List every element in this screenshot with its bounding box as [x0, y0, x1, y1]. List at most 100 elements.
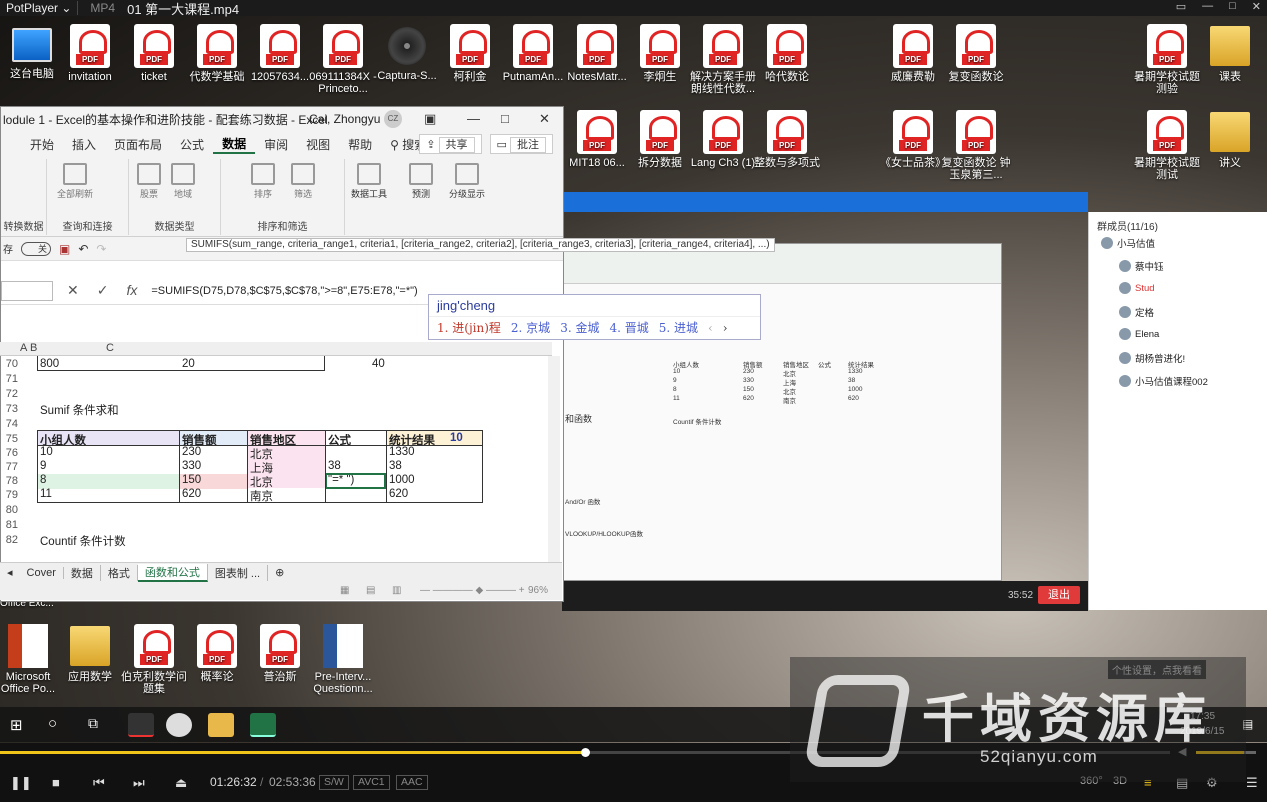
- player-brand-menu[interactable]: PotPlayer ⌄: [0, 1, 77, 15]
- avatar[interactable]: CZ: [384, 110, 402, 128]
- video-codec-badge[interactable]: AVC1: [353, 775, 390, 790]
- col-header-b[interactable]: B: [30, 342, 37, 354]
- desktop-icon[interactable]: PDF ticket: [118, 24, 190, 83]
- desktop-icon[interactable]: PDF MIT18 06...: [561, 110, 633, 169]
- desktop-icon[interactable]: PDF Lang Ch3 (1): [687, 110, 759, 169]
- add-sheet-icon[interactable]: ⊕: [268, 566, 291, 579]
- tab-view[interactable]: 视图: [297, 136, 339, 153]
- refresh-all-button[interactable]: 全部刷新: [57, 163, 93, 200]
- maximize-icon[interactable]: □: [501, 111, 509, 126]
- desktop-icon[interactable]: PDF 整数与多项式: [751, 110, 823, 169]
- next-icon[interactable]: ⏭: [133, 775, 145, 791]
- ribbon-display-icon[interactable]: ▣: [424, 111, 436, 127]
- desktop-icon[interactable]: PDF 《女士品茶》: [877, 110, 949, 169]
- member-item[interactable]: 小马估值课程002: [1119, 374, 1208, 388]
- desktop-icon[interactable]: PDF 复变函数论: [940, 24, 1012, 83]
- meeting-app-icon[interactable]: [166, 713, 192, 737]
- undo-icon[interactable]: ↶: [78, 242, 88, 256]
- tab-review[interactable]: 审阅: [255, 136, 297, 153]
- comment-button[interactable]: ▭ 批注: [489, 134, 553, 154]
- desktop-icon[interactable]: PDF 哈代数论: [751, 24, 823, 83]
- confirm-icon[interactable]: ✓: [97, 282, 109, 299]
- col-header-c[interactable]: C: [106, 342, 114, 354]
- col-header-a[interactable]: A: [20, 342, 27, 354]
- maximize-icon[interactable]: □: [1229, 0, 1236, 13]
- ime-prev-icon[interactable]: ‹: [708, 317, 713, 339]
- forecast-button[interactable]: 预测: [409, 163, 433, 200]
- zoom-slider[interactable]: — ———— ◆ ——— +: [420, 585, 525, 596]
- desktop-icon[interactable]: PDF 概率论: [181, 624, 253, 683]
- desktop-icon[interactable]: PDF 普治斯: [244, 624, 316, 683]
- member-item[interactable]: 胡杨曾进化!: [1119, 351, 1185, 365]
- tab-home[interactable]: 开始: [21, 136, 63, 153]
- member-item[interactable]: Elena: [1119, 328, 1159, 340]
- sheet-tab-charts[interactable]: 图表制 ...: [208, 564, 269, 581]
- ime-next-icon[interactable]: ›: [723, 317, 728, 339]
- minimize-icon[interactable]: —: [467, 111, 480, 126]
- desktop-icon[interactable]: PDF PutnamAn...: [497, 24, 569, 83]
- autosave-toggle[interactable]: 关: [21, 241, 51, 256]
- member-item[interactable]: 定格: [1119, 305, 1154, 319]
- desktop-icon[interactable]: PDF 解决方案手册 朗线性代数...: [687, 24, 759, 95]
- filter-button[interactable]: 筛选: [291, 163, 315, 200]
- ime-candidate[interactable]: 1. 进(jin)程: [437, 317, 501, 339]
- recorder-app-icon[interactable]: [128, 713, 154, 737]
- eject-icon[interactable]: ⏏: [175, 775, 187, 791]
- tab-formulas[interactable]: 公式: [171, 136, 213, 153]
- windows-start-icon[interactable]: ⊞: [10, 716, 23, 734]
- ime-candidate[interactable]: 2. 京城: [511, 317, 550, 339]
- cell[interactable]: 40: [372, 358, 385, 370]
- vertical-scrollbar[interactable]: [548, 356, 560, 562]
- page-break-icon[interactable]: ▥: [392, 585, 401, 596]
- ime-candidate[interactable]: 3. 金城: [560, 317, 599, 339]
- desktop-icon[interactable]: PDF NotesMatr...: [561, 24, 633, 83]
- task-view-icon[interactable]: ⧉: [88, 715, 98, 732]
- cancel-icon[interactable]: ✕: [67, 282, 79, 299]
- page-layout-icon[interactable]: ▤: [366, 585, 375, 596]
- data-tools-button[interactable]: 数据工具: [351, 163, 387, 200]
- desktop-icon[interactable]: PDF 复变函数论 钟玉泉第三...: [940, 110, 1012, 181]
- minimize-icon[interactable]: —: [1202, 0, 1213, 13]
- ime-candidate[interactable]: 4. 晋城: [609, 317, 648, 339]
- desktop-icon[interactable]: 课表: [1194, 24, 1266, 83]
- desktop-icon[interactable]: 应用数学: [54, 624, 126, 683]
- member-item[interactable]: 小马估值: [1101, 236, 1155, 250]
- tab-help[interactable]: 帮助: [339, 136, 381, 153]
- sheet-tab-format[interactable]: 格式: [101, 564, 138, 581]
- desktop-icon[interactable]: PDF 暑期学校试题测试: [1131, 110, 1203, 181]
- desktop-icon[interactable]: PDF 柯利金: [434, 24, 506, 83]
- seek-knob[interactable]: [581, 748, 590, 757]
- geography-button[interactable]: 地域: [171, 163, 195, 200]
- desktop-icon[interactable]: PDF 威廉费勒: [877, 24, 949, 83]
- pause-icon[interactable]: ❚❚: [10, 775, 32, 791]
- redo-icon[interactable]: ↷: [96, 242, 106, 256]
- ime-candidate[interactable]: 5. 进城: [659, 317, 698, 339]
- close-icon[interactable]: ✕: [539, 111, 550, 127]
- member-item[interactable]: 蔡中钰: [1119, 259, 1164, 273]
- menu-icon[interactable]: ☰: [1246, 775, 1258, 791]
- desktop-icon[interactable]: PDF 暑期学校试题测验: [1131, 24, 1203, 95]
- pin-icon[interactable]: ▭: [1176, 0, 1186, 13]
- outline-button[interactable]: 分级显示: [449, 163, 485, 200]
- name-box[interactable]: [1, 280, 53, 301]
- desktop-icon[interactable]: Captura-S...: [371, 24, 443, 82]
- formula-input[interactable]: =SUMIFS(D75,D78,$C$75,$C$78,">=8",E75:E7…: [151, 285, 417, 297]
- close-icon[interactable]: ✕: [1252, 0, 1261, 13]
- insert-function-icon[interactable]: fx: [126, 282, 137, 299]
- desktop-icon[interactable]: 讲义: [1194, 110, 1266, 169]
- scroll-tabs-icon[interactable]: ◂: [0, 566, 20, 579]
- desktop-icon[interactable]: PDF 伯克利数学问题集: [118, 624, 190, 695]
- save-icon[interactable]: ▣: [59, 242, 70, 256]
- normal-view-icon[interactable]: ▦: [340, 585, 349, 596]
- stop-icon[interactable]: ■: [52, 775, 60, 790]
- section-title-countif[interactable]: Countif 条件计数: [40, 533, 126, 549]
- sheet-tab-cover[interactable]: Cover: [20, 566, 64, 579]
- stocks-button[interactable]: 股票: [137, 163, 161, 200]
- audio-codec-badge[interactable]: AAC: [396, 775, 428, 790]
- tab-data[interactable]: 数据: [213, 135, 256, 154]
- file-explorer-icon[interactable]: [208, 713, 234, 737]
- exit-meeting-button[interactable]: 退出: [1038, 586, 1080, 604]
- sort-button[interactable]: 排序: [251, 163, 275, 200]
- previous-icon[interactable]: ⏮: [93, 775, 105, 791]
- desktop-icon[interactable]: PDF 069111384X - Princeto...: [307, 24, 379, 95]
